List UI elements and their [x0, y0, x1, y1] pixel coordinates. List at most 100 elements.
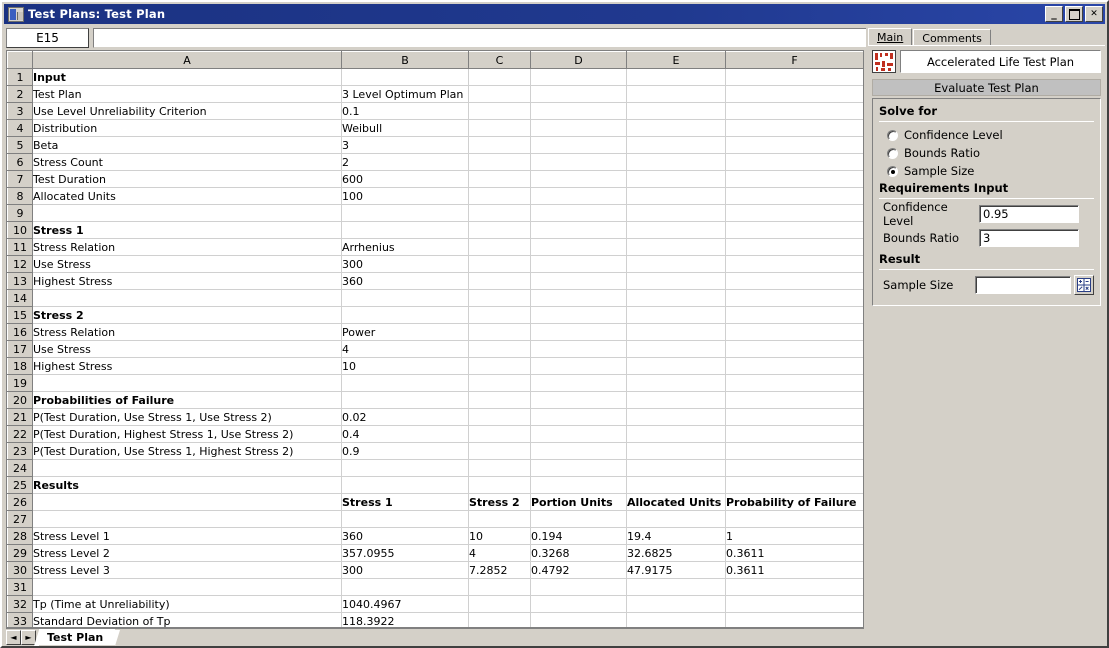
- cell-B17[interactable]: 4: [341, 340, 469, 358]
- cell-D33[interactable]: [530, 612, 627, 627]
- row-header[interactable]: 18: [7, 357, 33, 375]
- cell-D4[interactable]: [530, 119, 627, 137]
- cell-B15[interactable]: [341, 306, 469, 324]
- cell-B23[interactable]: 0.9: [341, 442, 469, 460]
- cell-F26[interactable]: Probability of Failure: [725, 493, 863, 511]
- cell-B3[interactable]: 0.1: [341, 102, 469, 120]
- cell-C15[interactable]: [468, 306, 531, 324]
- cell-A7[interactable]: Test Duration: [32, 170, 342, 188]
- cell-B16[interactable]: Power: [341, 323, 469, 341]
- cell-F28[interactable]: 1: [725, 527, 863, 545]
- minimize-button[interactable]: _: [1045, 6, 1063, 22]
- cell-D22[interactable]: [530, 425, 627, 443]
- cell-B13[interactable]: 360: [341, 272, 469, 290]
- sheet-nav-prev-button[interactable]: ◄: [6, 630, 21, 645]
- test-plan-thumbnail-icon[interactable]: [872, 50, 896, 73]
- cell-A33[interactable]: Standard Deviation of Tp: [32, 612, 342, 627]
- cell-C2[interactable]: [468, 85, 531, 103]
- cell-D11[interactable]: [530, 238, 627, 256]
- cell-A29[interactable]: Stress Level 2: [32, 544, 342, 562]
- cell-F22[interactable]: [725, 425, 863, 443]
- cell-D15[interactable]: [530, 306, 627, 324]
- cell-C29[interactable]: 4: [468, 544, 531, 562]
- cell-C32[interactable]: [468, 595, 531, 613]
- cell-D21[interactable]: [530, 408, 627, 426]
- row-header[interactable]: 19: [7, 374, 33, 392]
- cell-C4[interactable]: [468, 119, 531, 137]
- cell-C26[interactable]: Stress 2: [468, 493, 531, 511]
- cell-A24[interactable]: [32, 459, 342, 477]
- cell-E12[interactable]: [626, 255, 726, 273]
- cell-A10[interactable]: Stress 1: [32, 221, 342, 239]
- row-header[interactable]: 6: [7, 153, 33, 171]
- cell-E29[interactable]: 32.6825: [626, 544, 726, 562]
- row-header[interactable]: 33: [7, 612, 33, 627]
- cell-F6[interactable]: [725, 153, 863, 171]
- cell-F17[interactable]: [725, 340, 863, 358]
- cell-F11[interactable]: [725, 238, 863, 256]
- cell-A2[interactable]: Test Plan: [32, 85, 342, 103]
- cell-A14[interactable]: [32, 289, 342, 307]
- cell-A27[interactable]: [32, 510, 342, 528]
- row-header[interactable]: 10: [7, 221, 33, 239]
- row-header[interactable]: 7: [7, 170, 33, 188]
- cell-B8[interactable]: 100: [341, 187, 469, 205]
- cell-E10[interactable]: [626, 221, 726, 239]
- row-header[interactable]: 23: [7, 442, 33, 460]
- column-header-d[interactable]: D: [530, 51, 627, 69]
- cell-C12[interactable]: [468, 255, 531, 273]
- cell-E20[interactable]: [626, 391, 726, 409]
- cell-E9[interactable]: [626, 204, 726, 222]
- cell-A8[interactable]: Allocated Units: [32, 187, 342, 205]
- radio-row-bounds-ratio[interactable]: Bounds Ratio: [879, 145, 1094, 161]
- cell-D19[interactable]: [530, 374, 627, 392]
- cell-E11[interactable]: [626, 238, 726, 256]
- cell-C22[interactable]: [468, 425, 531, 443]
- cell-B30[interactable]: 300: [341, 561, 469, 579]
- cell-A31[interactable]: [32, 578, 342, 596]
- cell-D18[interactable]: [530, 357, 627, 375]
- cell-C7[interactable]: [468, 170, 531, 188]
- cell-F18[interactable]: [725, 357, 863, 375]
- cell-A6[interactable]: Stress Count: [32, 153, 342, 171]
- cell-B9[interactable]: [341, 204, 469, 222]
- cell-F7[interactable]: [725, 170, 863, 188]
- cell-D14[interactable]: [530, 289, 627, 307]
- row-header[interactable]: 21: [7, 408, 33, 426]
- cell-B7[interactable]: 600: [341, 170, 469, 188]
- radio-sample-size[interactable]: [887, 165, 898, 177]
- cell-B18[interactable]: 10: [341, 357, 469, 375]
- cell-B25[interactable]: [341, 476, 469, 494]
- cell-F8[interactable]: [725, 187, 863, 205]
- cell-F30[interactable]: 0.3611: [725, 561, 863, 579]
- cell-F29[interactable]: 0.3611: [725, 544, 863, 562]
- cell-C13[interactable]: [468, 272, 531, 290]
- tab-comments[interactable]: Comments: [913, 29, 991, 46]
- column-header-f[interactable]: F: [725, 51, 863, 69]
- cell-D17[interactable]: [530, 340, 627, 358]
- row-header[interactable]: 11: [7, 238, 33, 256]
- cell-E7[interactable]: [626, 170, 726, 188]
- row-header[interactable]: 14: [7, 289, 33, 307]
- row-header[interactable]: 4: [7, 119, 33, 137]
- row-header[interactable]: 5: [7, 136, 33, 154]
- cell-F19[interactable]: [725, 374, 863, 392]
- cell-D6[interactable]: [530, 153, 627, 171]
- cell-C5[interactable]: [468, 136, 531, 154]
- cell-D31[interactable]: [530, 578, 627, 596]
- cell-F5[interactable]: [725, 136, 863, 154]
- cell-E2[interactable]: [626, 85, 726, 103]
- cell-E24[interactable]: [626, 459, 726, 477]
- cell-D12[interactable]: [530, 255, 627, 273]
- cell-B10[interactable]: [341, 221, 469, 239]
- cell-A12[interactable]: Use Stress: [32, 255, 342, 273]
- cell-C24[interactable]: [468, 459, 531, 477]
- row-header[interactable]: 24: [7, 459, 33, 477]
- column-header-b[interactable]: B: [341, 51, 469, 69]
- cell-C14[interactable]: [468, 289, 531, 307]
- calculate-button[interactable]: [1074, 275, 1094, 295]
- cell-F3[interactable]: [725, 102, 863, 120]
- cell-B5[interactable]: 3: [341, 136, 469, 154]
- cell-C21[interactable]: [468, 408, 531, 426]
- cell-A13[interactable]: Highest Stress: [32, 272, 342, 290]
